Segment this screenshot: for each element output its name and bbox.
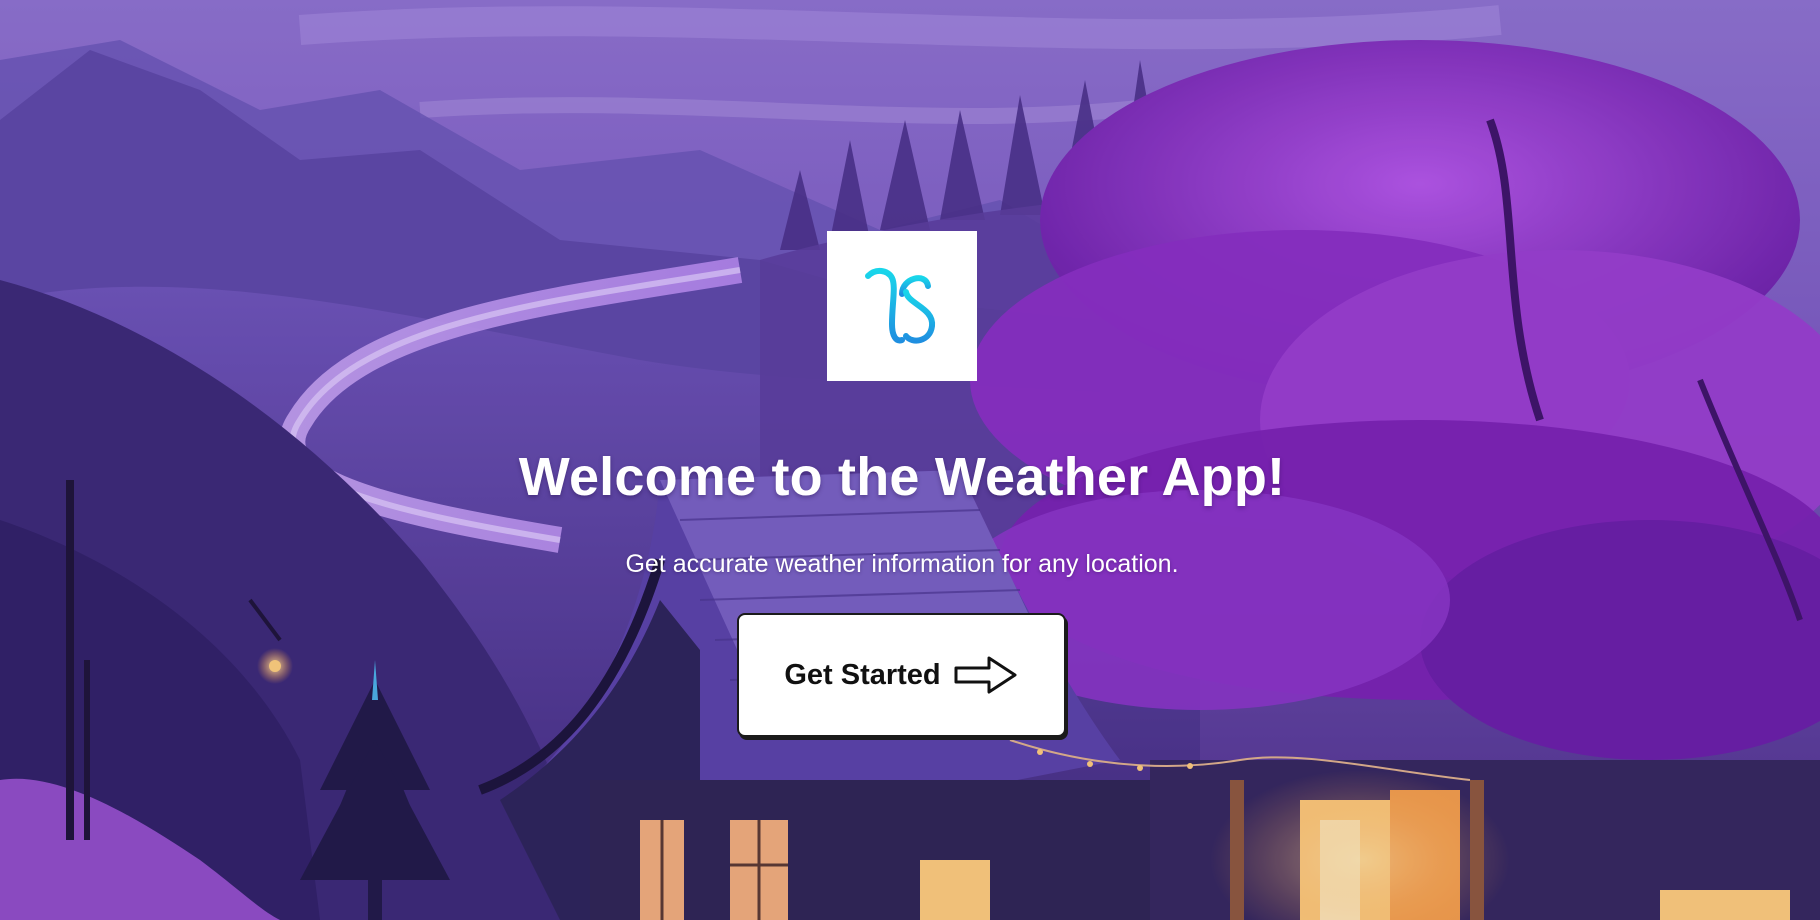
arrow-right-icon: [953, 654, 1019, 696]
get-started-label: Get Started: [784, 658, 941, 691]
ms-monogram-logo-icon: [865, 268, 935, 344]
app-logo: [827, 231, 977, 381]
background-landscape-image: [0, 0, 1820, 920]
get-started-button[interactable]: Get Started: [737, 613, 1066, 737]
welcome-screen: Welcome to the Weather App! Get accurate…: [0, 0, 1820, 920]
